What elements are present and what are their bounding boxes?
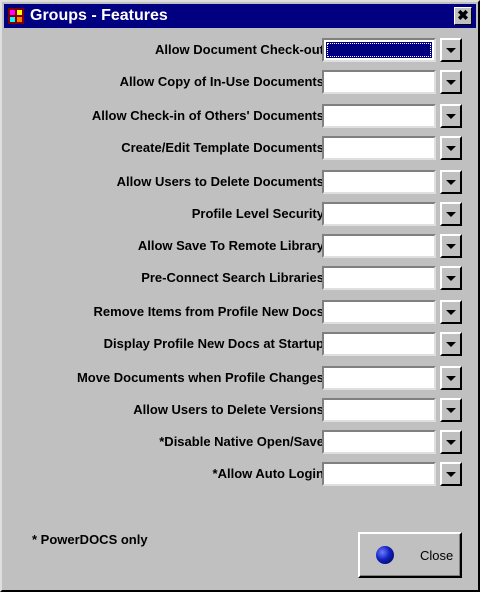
feature-label: Allow Check-in of Others' Documents	[91, 108, 324, 123]
feature-label: Allow Copy of In-Use Documents	[119, 74, 324, 89]
chevron-down-icon	[446, 376, 456, 381]
feature-label: Profile Level Security	[191, 206, 324, 221]
dropdown-button[interactable]	[440, 104, 462, 128]
title-bar[interactable]: Groups - Features ✖	[4, 4, 476, 28]
feature-row: Allow Users to Delete Documents	[4, 170, 476, 196]
feature-select[interactable]	[322, 170, 436, 194]
groups-features-window: Groups - Features ✖ Allow Document Check…	[0, 0, 480, 592]
chevron-down-icon	[446, 80, 456, 85]
feature-row: Profile Level Security	[4, 202, 476, 228]
chevron-down-icon	[446, 48, 456, 53]
feature-select[interactable]	[322, 136, 436, 160]
close-icon[interactable]: ✖	[454, 7, 472, 25]
chevron-down-icon	[446, 180, 456, 185]
chevron-down-icon	[446, 212, 456, 217]
feature-row: Allow Document Check-out	[4, 38, 476, 64]
feature-row: *Allow Auto Login	[4, 462, 476, 488]
dropdown-button[interactable]	[440, 430, 462, 454]
dropdown-button[interactable]	[440, 366, 462, 390]
feature-row: Remove Items from Profile New Docs	[4, 300, 476, 326]
chevron-down-icon	[446, 342, 456, 347]
feature-label: Allow Document Check-out	[154, 42, 324, 57]
chevron-down-icon	[446, 310, 456, 315]
dropdown-button[interactable]	[440, 398, 462, 422]
feature-row: Allow Check-in of Others' Documents	[4, 104, 476, 130]
window-title: Groups - Features	[30, 7, 168, 24]
feature-select[interactable]	[322, 300, 436, 324]
chevron-down-icon	[446, 146, 456, 151]
feature-row: Move Documents when Profile Changes	[4, 366, 476, 392]
feature-value	[326, 42, 432, 58]
close-button[interactable]: Close	[358, 532, 462, 578]
feature-select[interactable]	[322, 398, 436, 422]
feature-row: Pre-Connect Search Libraries	[4, 266, 476, 292]
feature-select[interactable]	[322, 104, 436, 128]
feature-row: Create/Edit Template Documents	[4, 136, 476, 162]
feature-row: Allow Users to Delete Versions	[4, 398, 476, 424]
feature-select[interactable]	[322, 332, 436, 356]
dropdown-button[interactable]	[440, 266, 462, 290]
feature-row: Display Profile New Docs at Startup	[4, 332, 476, 358]
feature-label: *Allow Auto Login	[212, 466, 324, 481]
feature-label: Pre-Connect Search Libraries	[141, 270, 324, 285]
feature-label: *Disable Native Open/Save	[159, 434, 324, 449]
dropdown-button[interactable]	[440, 170, 462, 194]
dropdown-button[interactable]	[440, 202, 462, 226]
feature-label: Create/Edit Template Documents	[121, 140, 324, 155]
footnote: * PowerDOCS only	[32, 532, 148, 547]
blue-ball-icon	[376, 546, 394, 564]
chevron-down-icon	[446, 408, 456, 413]
chevron-down-icon	[446, 440, 456, 445]
dropdown-button[interactable]	[440, 70, 462, 94]
feature-label: Allow Users to Delete Documents	[116, 174, 324, 189]
chevron-down-icon	[446, 244, 456, 249]
feature-select[interactable]	[322, 70, 436, 94]
feature-select[interactable]	[322, 430, 436, 454]
chevron-down-icon	[446, 114, 456, 119]
dropdown-button[interactable]	[440, 234, 462, 258]
feature-row: *Disable Native Open/Save	[4, 430, 476, 456]
feature-select[interactable]	[322, 266, 436, 290]
chevron-down-icon	[446, 472, 456, 477]
feature-label: Allow Save To Remote Library	[137, 238, 324, 253]
feature-label: Move Documents when Profile Changes	[76, 370, 324, 385]
feature-label: Remove Items from Profile New Docs	[93, 304, 324, 319]
chevron-down-icon	[446, 276, 456, 281]
feature-select[interactable]	[322, 462, 436, 486]
feature-select[interactable]	[322, 202, 436, 226]
dropdown-button[interactable]	[440, 300, 462, 324]
app-icon	[8, 8, 24, 24]
feature-label: Allow Users to Delete Versions	[133, 402, 324, 417]
dropdown-button[interactable]	[440, 136, 462, 160]
feature-label: Display Profile New Docs at Startup	[103, 336, 324, 351]
dropdown-button[interactable]	[440, 332, 462, 356]
close-button-label: Close	[420, 548, 454, 563]
feature-select[interactable]	[322, 366, 436, 390]
feature-row: Allow Copy of In-Use Documents	[4, 70, 476, 96]
dropdown-button[interactable]	[440, 38, 462, 62]
feature-select[interactable]	[322, 38, 436, 62]
dropdown-button[interactable]	[440, 462, 462, 486]
feature-select[interactable]	[322, 234, 436, 258]
feature-row: Allow Save To Remote Library	[4, 234, 476, 260]
